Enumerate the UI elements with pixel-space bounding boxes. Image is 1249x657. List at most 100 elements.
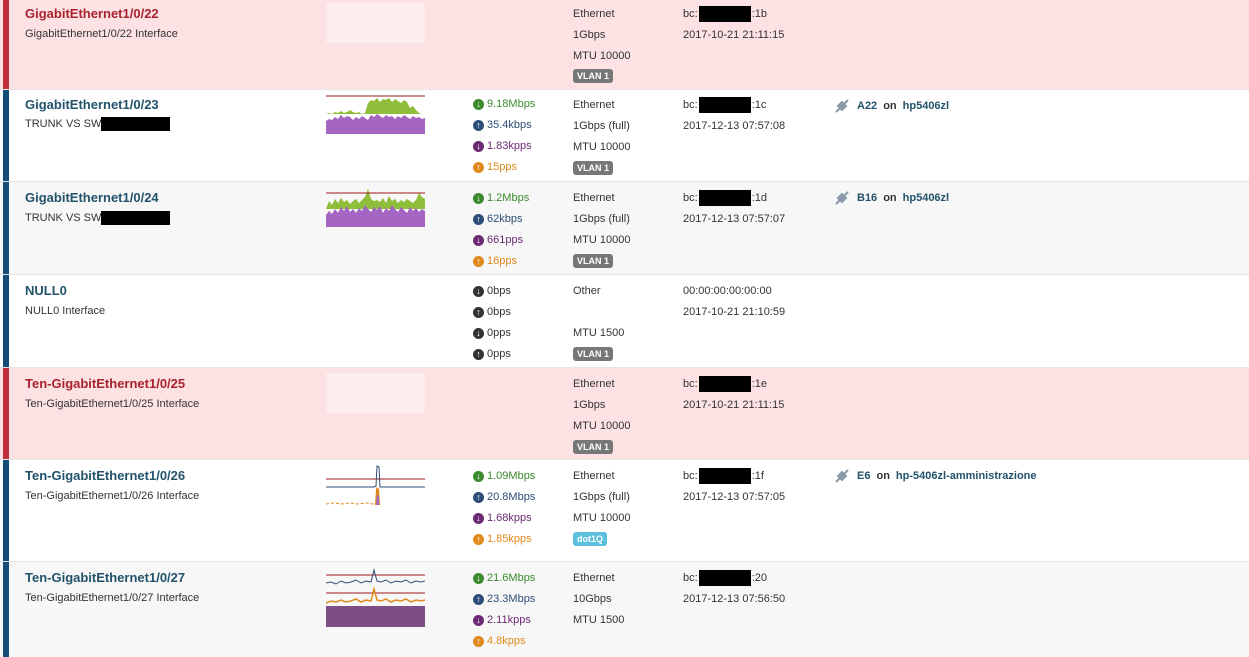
last-change: 2017-12-13 07:57:08 <box>683 120 786 132</box>
in-packets-value: 0pps <box>487 327 511 339</box>
arrow-up-circle-icon: ↑ <box>473 213 484 225</box>
neighbor-port-link[interactable]: B16 <box>857 192 877 204</box>
in-packets-value: 1.68kpps <box>487 512 532 524</box>
vlan-badge: VLAN 1 <box>573 440 614 454</box>
port-speed: 10Gbps <box>573 593 612 605</box>
out-rate-value: 62kbps <box>487 213 523 225</box>
last-change: 2017-12-13 07:57:07 <box>683 213 786 225</box>
out-rate: ↑ 20.8Mbps <box>473 491 535 503</box>
redaction <box>698 570 751 586</box>
last-change: 2017-10-21 21:10:59 <box>683 306 786 318</box>
redaction <box>698 190 751 206</box>
out-rate: ↑ 0bps <box>473 306 511 318</box>
port-type: Ethernet <box>573 99 615 111</box>
in-rate-value: 1.09Mbps <box>487 470 536 482</box>
port-name-link[interactable]: GigabitEthernet1/0/22 <box>25 6 159 21</box>
arrow-down-circle-icon: ↓ <box>473 234 484 246</box>
neighbor-device-link[interactable]: hp5406zl <box>903 100 949 112</box>
plug-icon <box>835 469 849 483</box>
in-packets-value: 1.83kpps <box>487 140 532 152</box>
last-change: 2017-10-21 21:11:15 <box>683 399 785 411</box>
in-rate-value: 0bps <box>487 285 511 297</box>
vlan-badge: VLAN 1 <box>573 161 614 175</box>
out-packets-value: 16pps <box>487 255 517 267</box>
arrow-down-circle-icon: ↓ <box>473 572 484 584</box>
traffic-graph[interactable] <box>326 94 425 134</box>
mac-address: bc::1b <box>683 6 767 22</box>
neighbor-port-link[interactable]: E6 <box>857 470 870 482</box>
status-bar <box>3 275 9 367</box>
out-packets: ↑ 1.85kpps <box>473 533 532 545</box>
mac-address: bc: :20 <box>683 570 767 586</box>
last-change: 2017-12-13 07:56:50 <box>683 593 786 605</box>
port-name-link[interactable]: Ten-GigabitEthernet1/0/26 <box>25 468 185 483</box>
in-packets: ↓ 1.68kpps <box>473 512 532 524</box>
port-name-link[interactable]: Ten-GigabitEthernet1/0/25 <box>25 376 185 391</box>
mac-prefix: bc: <box>683 470 698 482</box>
traffic-graph[interactable] <box>326 567 425 627</box>
out-packets: ↑ 4.8kpps <box>473 635 526 647</box>
arrow-up-circle-icon: ↑ <box>473 533 484 545</box>
status-bar <box>3 90 9 181</box>
out-rate: ↑ 62kbps <box>473 213 522 225</box>
port-mtu: MTU 10000 <box>573 141 631 153</box>
port-name-link[interactable]: GigabitEthernet1/0/24 <box>25 190 159 205</box>
neighbor-device-link[interactable]: hp-5406zl-amministrazione <box>896 470 1037 482</box>
in-packets-value: 2.11kpps <box>487 614 531 626</box>
port-description: TRUNK VS SW <box>25 117 171 131</box>
arrow-down-circle-icon: ↓ <box>473 140 484 152</box>
neighbor: E6 on hp-5406zl-amministrazione <box>833 467 1037 485</box>
neighbor-on: on <box>883 100 897 112</box>
out-packets: ↑ 0pps <box>473 348 511 360</box>
arrow-down-circle-icon: ↓ <box>473 470 484 482</box>
port-row: GigabitEthernet1/0/24 TRUNK VS SW ↓ 1.2Mb… <box>0 182 1249 275</box>
port-name-link[interactable]: NULL0 <box>25 283 67 298</box>
in-packets: ↓ 1.83kpps <box>473 140 532 152</box>
port-speed: 1Gbps (full) <box>573 491 630 503</box>
port-description: TRUNK VS SW <box>25 211 171 225</box>
arrow-down-circle-icon: ↓ <box>473 192 484 204</box>
dot1q-badge: dot1Q <box>573 532 607 546</box>
redaction <box>101 117 171 131</box>
port-type: Ethernet <box>573 572 615 584</box>
mac-address: bc::1c <box>683 97 766 113</box>
in-rate: ↓ 0bps <box>473 285 511 297</box>
port-mtu: MTU 10000 <box>573 512 631 524</box>
status-bar <box>3 0 9 89</box>
out-rate-value: 23.3Mbps <box>487 593 536 605</box>
neighbor-device-link[interactable]: hp5406zl <box>903 192 949 204</box>
plug-icon <box>835 191 849 205</box>
description-text: TRUNK VS SW <box>25 211 102 224</box>
in-packets: ↓ 661pps <box>473 234 523 246</box>
neighbor-port-link[interactable]: A22 <box>857 100 877 112</box>
mac-prefix: bc: <box>683 192 698 204</box>
out-packets-value: 0pps <box>487 348 511 360</box>
arrow-down-circle-icon: ↓ <box>473 512 484 524</box>
traffic-graph[interactable] <box>326 373 425 413</box>
in-rate: ↓ 1.2Mbps <box>473 192 529 204</box>
mac-suffix: :1f <box>751 470 764 482</box>
out-packets-value: 4.8kpps <box>487 635 526 647</box>
port-row: GigabitEthernet1/0/23 TRUNK VS SW ↓ 9.18M… <box>0 90 1249 182</box>
vlan-badge: VLAN 1 <box>573 69 614 83</box>
out-packets-value: 1.85kpps <box>487 533 532 545</box>
mac-prefix: bc: <box>683 572 698 584</box>
status-bar <box>3 460 9 561</box>
port-speed: 1Gbps (full) <box>573 213 630 225</box>
port-description: NULL0 Interface <box>25 305 106 317</box>
mac-address: bc: :1f <box>683 468 764 484</box>
port-name-link[interactable]: GigabitEthernet1/0/23 <box>25 97 159 112</box>
vlan-badge: VLAN 1 <box>573 347 614 361</box>
traffic-graph[interactable] <box>326 187 425 227</box>
port-name-link[interactable]: Ten-GigabitEthernet1/0/27 <box>25 570 185 585</box>
mac-address: bc::1e <box>683 376 767 392</box>
traffic-graph[interactable] <box>326 3 425 43</box>
mac-suffix: :20 <box>751 572 767 584</box>
out-rate: ↑ 35.4kbps <box>473 119 532 131</box>
arrow-down-circle-icon: ↓ <box>473 327 484 339</box>
port-mtu: MTU 10000 <box>573 420 631 432</box>
redaction <box>698 6 751 22</box>
traffic-graph[interactable] <box>326 465 425 505</box>
in-rate-value: 21.6Mbps <box>487 572 536 584</box>
vlan-badge: VLAN 1 <box>573 254 614 268</box>
